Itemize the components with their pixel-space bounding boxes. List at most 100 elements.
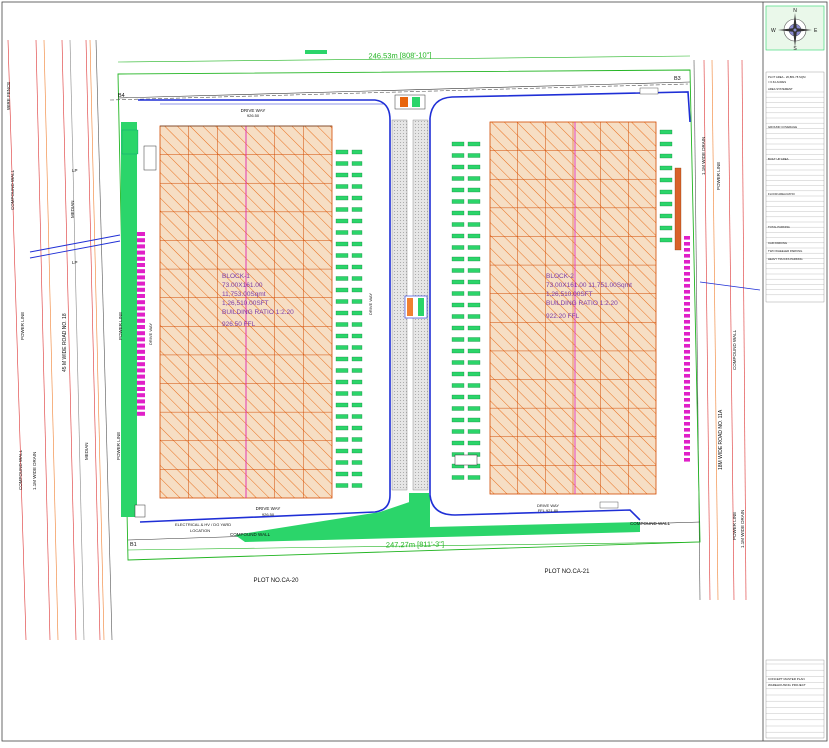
parking-bay (684, 356, 690, 360)
tb-line-1: = 6.64 ACRES (768, 80, 786, 84)
dock-bay (351, 345, 363, 350)
tb-subtitle: WAREHOUSING PROJECT (768, 683, 806, 687)
dock-bay (351, 356, 363, 362)
parking-bay (137, 250, 145, 255)
median-label-2: MEDIAN (84, 442, 89, 460)
corner-b1: B1 (130, 542, 137, 548)
tb-line-4: BUILT UP AREA (768, 157, 789, 161)
dock-bay (351, 264, 363, 270)
dock-bay (351, 218, 363, 224)
dock-bay (451, 268, 465, 273)
dock-bay (467, 394, 481, 400)
dock-bay (659, 177, 673, 183)
dock-bay (351, 322, 363, 327)
parking-bay (684, 248, 690, 252)
gate-marker (305, 50, 327, 54)
dock-bay (351, 379, 363, 385)
parking-bay (137, 387, 145, 391)
title-block (765, 71, 825, 739)
power-line-right2-label: POWER LINE (732, 512, 737, 540)
drain-left-label: 1.1M WIDE DRAIN (32, 452, 37, 490)
parking-bay (684, 374, 690, 378)
parking-bay (137, 393, 145, 398)
drain-right-label: 1.1M WIDE DRAIN (701, 137, 706, 175)
dock-bay (467, 383, 481, 388)
driveway-bottom-right-level: FFL 921.80 (538, 508, 559, 513)
parking-bay (684, 308, 690, 312)
dock-bay (467, 325, 481, 331)
block1-ratio: BUILDING RATIO 1:2.20 (222, 309, 294, 316)
dock-bay (467, 337, 481, 342)
dock-bay (335, 460, 349, 465)
dock-bay (351, 172, 363, 178)
parking-bay (137, 374, 145, 379)
compound-wall-left-label: COMPOUND WALL (10, 169, 15, 210)
parking-bay (684, 392, 690, 396)
dock-bay (351, 471, 363, 477)
dock-bay (335, 379, 349, 385)
power-line-left-label: POWER LINE (20, 312, 25, 340)
dock-bay (467, 314, 481, 319)
power-line-left-inner2-label: POWER LINE (116, 432, 121, 460)
dock-bay (351, 333, 363, 339)
dock-bay (451, 176, 465, 181)
dock-bay (335, 195, 349, 201)
dock-bay (467, 233, 481, 239)
driveway-top-left-level: 926.50 (247, 113, 260, 118)
dock-bay (467, 210, 481, 216)
parking-bay (684, 284, 690, 288)
dock-bay (451, 256, 465, 262)
dock-bay (451, 141, 465, 147)
dock-bay (335, 241, 349, 247)
parking-bay (137, 380, 145, 385)
dock-bay (451, 371, 465, 377)
right-internal-road (429, 91, 691, 123)
dock-bay (467, 440, 481, 446)
dock-bay (659, 165, 673, 171)
dock-bay (659, 213, 673, 219)
parking-bay (684, 386, 690, 390)
block1-sft: 1,26,510.00SFT (222, 300, 269, 307)
parking-bay (684, 266, 690, 270)
parking-bay (684, 296, 690, 300)
dock-bay (467, 291, 481, 296)
lp-label-2: LP (72, 260, 78, 265)
parking-bay (137, 269, 145, 274)
compound-wall-bottom-right-label: COMPOUND WALL (630, 521, 671, 526)
dock-bay (659, 189, 673, 195)
dock-bay (451, 222, 465, 227)
dock-bay (451, 475, 465, 480)
parking-bay (137, 238, 145, 243)
parking-bay (137, 405, 145, 410)
parking-bay (684, 440, 690, 444)
dock-bay (467, 417, 481, 423)
dock-bay (335, 414, 349, 419)
dock-bay (467, 256, 481, 262)
dock-bay (335, 483, 349, 488)
dock-bay (335, 437, 349, 442)
parking-bay (684, 254, 690, 258)
dock-bay (351, 299, 363, 304)
parking-bay (684, 428, 690, 432)
dock-bay (451, 325, 465, 331)
dock-bay (351, 425, 363, 431)
dock-bay (467, 360, 481, 365)
dock-bay (335, 345, 349, 350)
parking-bay (684, 314, 690, 318)
dock-bay (467, 429, 481, 434)
corner-b3: B3 (674, 76, 681, 82)
parking-bay (137, 232, 145, 236)
dock-bay (351, 368, 363, 373)
block1-area: 11,753.00Sqmt (222, 291, 266, 298)
lp-label-1: LP (72, 168, 78, 173)
dock-bay (335, 287, 349, 293)
tb-line-3: GROUND COVERAGE (768, 125, 797, 129)
parking-bay (684, 410, 690, 414)
dock-bay (351, 310, 363, 316)
dock-bay (335, 230, 349, 235)
parking-bay (684, 398, 690, 402)
compass-n: N (793, 8, 797, 14)
block1-name: BLOCK-1 (222, 273, 250, 280)
parking-bay (137, 343, 145, 348)
dock-bay (451, 348, 465, 354)
